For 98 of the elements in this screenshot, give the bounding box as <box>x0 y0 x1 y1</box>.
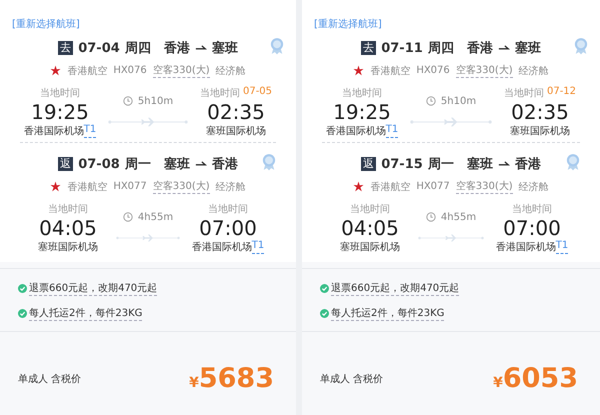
airline-name: 香港航空 <box>67 180 108 194</box>
flight-duration: 4h55m <box>138 212 174 222</box>
cabin-class: 经济舱 <box>518 64 549 78</box>
airline-name: 香港航空 <box>67 64 108 78</box>
airport-name: 香港国际机场 <box>326 126 386 138</box>
aircraft-type[interactable]: 空客330(大) <box>152 179 210 194</box>
currency-symbol: ¥ <box>189 375 199 391</box>
arrival-date: 07-05 <box>242 86 272 99</box>
clock-icon <box>122 96 133 106</box>
departure-time: 19:25 <box>31 100 89 124</box>
flight-number: HX077 <box>113 181 147 192</box>
flight-number: HX076 <box>113 65 147 76</box>
arrival-time: 07:00 <box>199 216 257 240</box>
aircraft-type[interactable]: 空客330(大) <box>456 63 513 78</box>
clock-icon <box>122 212 133 222</box>
route-to: 香港 <box>514 156 541 173</box>
airline-logo-icon <box>50 181 62 192</box>
arrival-date: 07-12 <box>546 86 576 99</box>
flight-date: 07-11 <box>381 40 423 56</box>
local-time-label: 当地时间 <box>200 86 240 100</box>
terminal: T1 <box>84 124 96 138</box>
departure-time: 04:05 <box>39 216 97 240</box>
route-to: 塞班 <box>212 40 238 57</box>
airport-name: 香港国际机场 <box>496 242 556 254</box>
airline-name: 香港航空 <box>370 180 410 194</box>
check-icon <box>18 284 27 293</box>
airline-name: 香港航空 <box>370 64 410 78</box>
policy-text[interactable]: 退票660元起，改期470元起 <box>331 281 460 296</box>
ribbon-badge-icon <box>574 37 588 55</box>
airport-name: 塞班国际机场 <box>38 240 98 254</box>
aircraft-type[interactable]: 空客330(大) <box>152 63 210 78</box>
departure-time: 19:25 <box>333 100 391 124</box>
airline-logo-icon <box>353 181 364 192</box>
local-time-label: 当地时间 <box>512 202 552 216</box>
departure-time: 04:05 <box>341 216 399 240</box>
check-icon <box>320 309 329 318</box>
terminal: T1 <box>556 240 568 254</box>
cabin-class: 经济舱 <box>216 64 246 78</box>
weekday: 周一 <box>124 156 151 173</box>
terminal: T1 <box>386 124 398 138</box>
local-time-label: 当地时间 <box>48 202 88 216</box>
trip-tag: 去 <box>58 41 74 55</box>
ribbon-badge-icon <box>262 153 276 171</box>
local-time-label: 当地时间 <box>350 202 390 216</box>
clock-icon <box>426 212 436 222</box>
trip-tag: 返 <box>361 157 376 171</box>
reselect-flight-link[interactable]: [重新选择航班] <box>12 17 80 31</box>
flight-number: HX077 <box>416 181 450 192</box>
aircraft-type[interactable]: 空客330(大) <box>456 179 513 194</box>
weekday: 周一 <box>428 156 454 173</box>
airport-name: 塞班国际机场 <box>206 124 266 138</box>
cabin-class: 经济舱 <box>518 180 549 194</box>
route-to: 香港 <box>212 156 238 173</box>
arrival-time: 02:35 <box>207 100 265 124</box>
route-from: 塞班 <box>164 156 190 173</box>
arrival-time: 07:00 <box>503 216 561 240</box>
weekday: 周四 <box>428 40 454 57</box>
check-icon <box>320 284 329 293</box>
route-from: 香港 <box>164 40 190 57</box>
flight-number: HX076 <box>416 65 450 76</box>
airport-name: 香港国际机场 <box>192 242 252 254</box>
local-time-label: 当地时间 <box>208 202 248 216</box>
policy-text[interactable]: 每人托运2件，每件23KG <box>29 306 142 321</box>
price-label: 单成人 含税价 <box>18 372 82 386</box>
currency-symbol: ¥ <box>493 375 503 391</box>
flight-date: 07-15 <box>381 156 423 172</box>
cabin-class: 经济舱 <box>216 180 246 194</box>
reselect-flight-link[interactable]: [重新选择航班] <box>314 17 382 31</box>
flight-date: 07-08 <box>78 156 120 172</box>
airline-logo-icon <box>353 65 364 76</box>
airport-name: 塞班国际机场 <box>510 124 570 138</box>
route-to: 塞班 <box>514 40 541 57</box>
ribbon-badge-icon <box>566 153 580 171</box>
flight-duration: 5h10m <box>440 96 476 106</box>
airport-name: 塞班国际机场 <box>340 240 400 254</box>
check-icon <box>18 309 27 318</box>
weekday: 周四 <box>124 40 151 57</box>
local-time-label: 当地时间 <box>40 86 80 100</box>
route-from: 香港 <box>466 40 493 57</box>
route-from: 塞班 <box>466 156 493 173</box>
price-amount: 6053 <box>502 363 578 394</box>
airport-name: 香港国际机场 <box>24 126 84 138</box>
local-time-label: 当地时间 <box>342 86 382 100</box>
price-label: 单成人 含税价 <box>320 372 384 386</box>
flight-date: 07-04 <box>78 40 120 56</box>
local-time-label: 当地时间 <box>504 86 544 100</box>
terminal: T1 <box>252 240 264 254</box>
arrival-time: 02:35 <box>511 100 569 124</box>
flight-duration: 4h55m <box>440 212 476 222</box>
clock-icon <box>426 96 436 106</box>
airline-logo-icon <box>50 65 62 76</box>
trip-tag: 返 <box>58 157 74 171</box>
trip-tag: 去 <box>361 41 376 55</box>
policy-text[interactable]: 每人托运2件，每件23KG <box>331 306 444 321</box>
flight-duration: 5h10m <box>138 96 174 106</box>
price-amount: 5683 <box>198 363 274 394</box>
policy-text[interactable]: 退票660元起，改期470元起 <box>29 281 158 296</box>
ribbon-badge-icon <box>270 37 284 55</box>
